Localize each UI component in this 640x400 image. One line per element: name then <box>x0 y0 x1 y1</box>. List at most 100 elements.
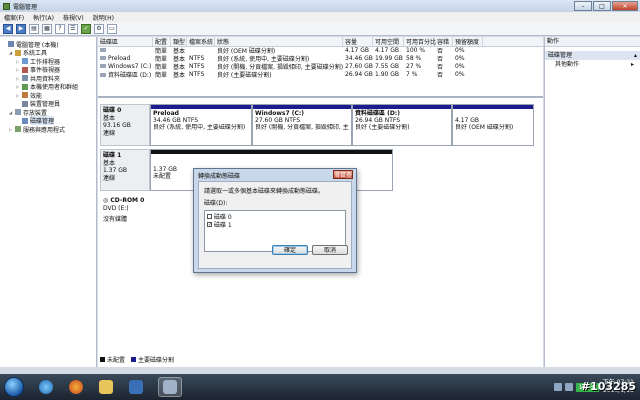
tree-item[interactable]: ▷ 服務與應用程式 <box>0 125 96 134</box>
disk-checkbox-row[interactable]: ✓ 磁碟 1 <box>207 220 343 229</box>
settings-icon[interactable]: ⚙ <box>94 23 104 34</box>
disk-0-status: 連線 <box>103 129 116 137</box>
actions-section-disk-management[interactable]: 磁碟管理 ▴ <box>545 51 640 60</box>
tree-item[interactable]: ▷ 共用資料夾 <box>0 74 96 83</box>
partition-name: 資料磁碟區 (D:) <box>355 110 400 117</box>
unallocated-bar <box>151 150 392 154</box>
computer-management-icon <box>3 2 10 10</box>
table-cell: 27.60 GB <box>345 62 373 70</box>
menu-view[interactable]: 檢視(V) <box>63 13 84 22</box>
tree-item[interactable]: ▷ 事件檢視器 <box>0 66 96 74</box>
internet-explorer-icon <box>39 380 53 394</box>
partition-block[interactable]: Windows7 (C:) 27.60 GB NTFS 良好 (開機, 分頁檔案, … <box>252 104 352 146</box>
legend-label: 未配置 <box>107 357 126 364</box>
menu-file[interactable]: 檔案(F) <box>4 13 24 22</box>
tree-item[interactable]: ▷ 工作排程器 <box>0 57 96 66</box>
partition-block[interactable]: Preload 34.46 GB NTFS 良好 (系統, 使用中, 主要磁碟分割) <box>150 104 252 146</box>
volume-icon <box>100 48 106 53</box>
disk-0-row[interactable]: 磁碟 0 基本 93.16 GB 連線 Preload 34.46 GB NTFS… <box>100 104 534 146</box>
taskbar: 100% 下午 07:21 2010/1/18 <box>0 374 640 400</box>
tree-item[interactable]: 裝置管理員 <box>0 100 96 108</box>
table-cell: 資料磁碟區 (D:) <box>98 70 153 79</box>
partition-block[interactable]: 4.17 GB 良好 (OEM 磁碟分割) <box>452 104 534 146</box>
partition-size: 34.46 GB NTFS <box>153 117 199 124</box>
column-header[interactable]: 狀態 <box>215 37 343 46</box>
volume-icon[interactable] <box>564 383 573 391</box>
ok-button[interactable]: 確定 <box>272 245 308 255</box>
disk-icon[interactable]: ▭ <box>107 23 117 34</box>
column-header[interactable]: 預留額度 <box>453 37 483 46</box>
close-button[interactable]: ✕ <box>612 1 638 11</box>
table-cell: 4.17 GB <box>375 47 400 55</box>
computer-management-icon <box>163 380 177 394</box>
checkbox[interactable]: ✓ <box>207 221 212 227</box>
table-cell: 100 % <box>406 47 426 55</box>
maximize-button[interactable]: □ <box>593 1 611 11</box>
table-cell: 0% <box>455 62 465 70</box>
partition-status: 良好 (OEM 磁碟分割) <box>455 124 514 131</box>
rescan-icon[interactable]: ✓ <box>81 23 91 34</box>
column-header[interactable]: 磁碟區 <box>98 37 153 46</box>
tree-item[interactable]: 磁碟管理 <box>0 116 96 126</box>
cancel-button[interactable]: 取消 <box>312 245 348 255</box>
column-header[interactable]: 容錯 <box>435 37 453 46</box>
table-cell: 4.17 GB <box>345 47 370 55</box>
table-cell: 34.46 GB <box>345 55 373 63</box>
tree-item[interactable]: 電腦管理 (本機) <box>0 40 96 49</box>
table-cell: 否 <box>437 71 444 79</box>
show-tree-icon[interactable]: ▤ <box>29 23 39 34</box>
more-actions[interactable]: 其他動作 ▸ <box>545 60 640 69</box>
tree-node-icon <box>22 66 28 73</box>
tree-node-icon <box>22 83 28 90</box>
column-header[interactable]: 類型 <box>171 37 187 46</box>
properties-icon[interactable]: ▦ <box>42 23 52 34</box>
start-button[interactable] <box>4 377 24 397</box>
column-header[interactable]: 可用百分比 <box>404 37 436 46</box>
tree-item[interactable]: ▷ 效能 <box>0 91 96 100</box>
table-cell: 0% <box>455 70 465 78</box>
menu-action[interactable]: 執行(A) <box>33 13 54 22</box>
convert-dynamic-disk-dialog: 轉換成動態磁碟 滑鼠查看 請選取一或多個基本磁碟來轉換成動態磁碟。 磁碟(D):… <box>193 168 357 273</box>
dialog-close-button[interactable]: 滑鼠查看 <box>333 170 353 188</box>
disk-1-size: 1.37 GB <box>103 167 128 174</box>
chevron-right-icon: ▸ <box>630 61 634 68</box>
list-view-icon[interactable]: ☰ <box>68 23 78 34</box>
partition-block[interactable]: 資料磁碟區 (D:) 26.94 GB NTFS 良好 (主要磁碟分割) <box>352 104 452 146</box>
tree-item-label: 服務與應用程式 <box>23 126 66 134</box>
collapse-icon: ▴ <box>633 52 637 59</box>
tree-item[interactable]: ◢ 存放裝置 <box>0 108 96 117</box>
column-header[interactable]: 容量 <box>343 37 373 46</box>
column-header[interactable]: 配置 <box>153 37 171 46</box>
tree-item[interactable]: ◢ 系統工具 <box>0 49 96 57</box>
tree-item[interactable]: ▷ 本機使用者和群組 <box>0 83 96 91</box>
legend-swatch <box>100 357 105 362</box>
tree-node-icon <box>8 41 14 48</box>
column-header[interactable]: 檔案系統 <box>187 37 215 46</box>
disk-0-name: 磁碟 0 <box>103 107 122 114</box>
firefox-icon <box>69 380 83 394</box>
back-icon[interactable]: ◀ <box>3 23 13 34</box>
firefox-taskbar-button[interactable] <box>64 377 88 397</box>
table-row[interactable]: 資料磁碟區 (D:) 簡單 基本 NTFS 良好 (主要磁碟分割) 26.94 GB 1.9… <box>98 70 543 79</box>
checkbox[interactable] <box>207 213 212 219</box>
forward-icon[interactable]: ▶ <box>16 23 26 34</box>
dialog-body: 請選取一或多個基本磁碟來轉換成動態磁碟。 磁碟(D): 磁碟 0 ✓ 磁碟 1 <box>198 181 352 269</box>
media-player-taskbar-button[interactable] <box>124 377 148 397</box>
tree-node-icon <box>22 75 28 82</box>
disk-0-label[interactable]: 磁碟 0 基本 93.16 GB 連線 <box>100 104 150 146</box>
network-icon[interactable] <box>553 383 562 391</box>
cdrom-0-label[interactable]: ◎ CD-ROM 0 DVD (E:) 沒有媒體 <box>100 194 150 228</box>
explorer-taskbar-button[interactable] <box>94 377 118 397</box>
menu-help[interactable]: 說明(H) <box>93 13 114 22</box>
computer-management-taskbar-button[interactable] <box>158 377 182 397</box>
disk-1-label[interactable]: 磁碟 1 基本 1.37 GB 連線 <box>100 149 150 191</box>
column-header[interactable]: 可用空間 <box>373 37 404 46</box>
table-cell: 7.55 GB <box>375 62 400 70</box>
cdrom-0-row[interactable]: ◎ CD-ROM 0 DVD (E:) 沒有媒體 <box>100 194 150 228</box>
minimize-button[interactable]: – <box>574 1 592 11</box>
help-icon[interactable]: ? <box>55 23 65 34</box>
media-player-icon <box>129 380 143 394</box>
tree-node-icon <box>15 109 21 116</box>
ie-taskbar-button[interactable] <box>34 377 58 397</box>
table-cell: 58 % <box>406 55 422 63</box>
